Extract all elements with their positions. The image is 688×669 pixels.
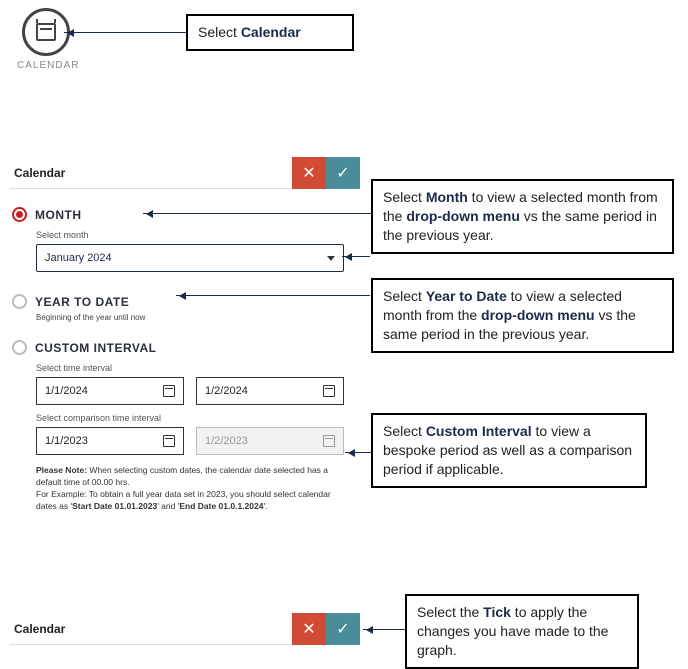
start-date-value: 1/1/2024 xyxy=(45,385,88,397)
arrow-to-calendar xyxy=(64,32,186,33)
close-icon: ✕ xyxy=(302,163,315,183)
calendar-panel: Calendar ✕ ✓ MONTH Select month January … xyxy=(10,157,360,513)
arrow-to-month xyxy=(143,213,371,214)
radio-icon xyxy=(12,294,27,309)
start-date-input[interactable]: 1/1/2024 xyxy=(36,377,184,405)
arrow-to-selectbox xyxy=(342,256,370,257)
callout-select-calendar: Select Calendar xyxy=(186,14,354,51)
option-custom-label: CUSTOM INTERVAL xyxy=(35,341,157,355)
arrow-to-custom xyxy=(345,452,371,453)
calendar-icon xyxy=(323,385,335,397)
tick-icon: ✓ xyxy=(336,163,349,183)
calendar-icon xyxy=(323,435,335,447)
comparison-end-date-input[interactable]: 1/2/2023 xyxy=(196,427,344,455)
callout-month: Select Month to view a selected month fr… xyxy=(371,179,674,254)
calendar-icon xyxy=(163,435,175,447)
comparison-start-date-input[interactable]: 1/1/2023 xyxy=(36,427,184,455)
arrow-to-tick xyxy=(363,629,405,630)
panel-title: Calendar xyxy=(10,622,65,636)
month-select-value: January 2024 xyxy=(45,252,112,264)
close-icon: ✕ xyxy=(302,619,315,639)
month-select[interactable]: January 2024 xyxy=(36,244,344,272)
option-month-label: MONTH xyxy=(35,208,82,222)
callout-tick: Select the Tick to apply the changes you… xyxy=(405,594,639,669)
close-button[interactable]: ✕ xyxy=(292,157,326,189)
apply-button[interactable]: ✓ xyxy=(326,157,360,189)
tick-icon: ✓ xyxy=(336,619,349,639)
panel-title: Calendar xyxy=(10,166,65,180)
comparison-end-date-value: 1/2/2023 xyxy=(205,435,248,447)
arrow-to-ytd xyxy=(176,295,370,296)
close-button[interactable]: ✕ xyxy=(292,613,326,645)
ytd-note: Beginning of the year until now xyxy=(36,313,358,322)
calendar-icon xyxy=(163,385,175,397)
comparison-interval-sublabel: Select comparison time interval xyxy=(36,413,358,423)
end-date-value: 1/2/2024 xyxy=(205,385,248,397)
option-ytd-label: YEAR TO DATE xyxy=(35,295,129,309)
select-month-sublabel: Select month xyxy=(36,230,358,240)
end-date-input[interactable]: 1/2/2024 xyxy=(196,377,344,405)
comparison-start-date-value: 1/1/2023 xyxy=(45,435,88,447)
option-month[interactable]: MONTH xyxy=(12,207,358,222)
calendar-tool-label: CALENDAR xyxy=(17,60,79,71)
custom-note: Please Note: When selecting custom dates… xyxy=(36,465,346,513)
panel-header: Calendar ✕ ✓ xyxy=(10,157,360,189)
callout-ytd: Select Year to Date to view a selected m… xyxy=(371,278,674,353)
apply-button[interactable]: ✓ xyxy=(326,613,360,645)
calendar-icon xyxy=(36,23,56,41)
time-interval-sublabel: Select time interval xyxy=(36,363,358,373)
panel-header: Calendar ✕ ✓ xyxy=(10,613,360,645)
calendar-panel-bottom: Calendar ✕ ✓ xyxy=(10,613,360,645)
caret-down-icon xyxy=(327,256,335,261)
radio-icon xyxy=(12,207,27,222)
radio-icon xyxy=(12,340,27,355)
option-custom-interval[interactable]: CUSTOM INTERVAL xyxy=(12,340,358,355)
callout-custom: Select Custom Interval to view a bespoke… xyxy=(371,413,647,488)
